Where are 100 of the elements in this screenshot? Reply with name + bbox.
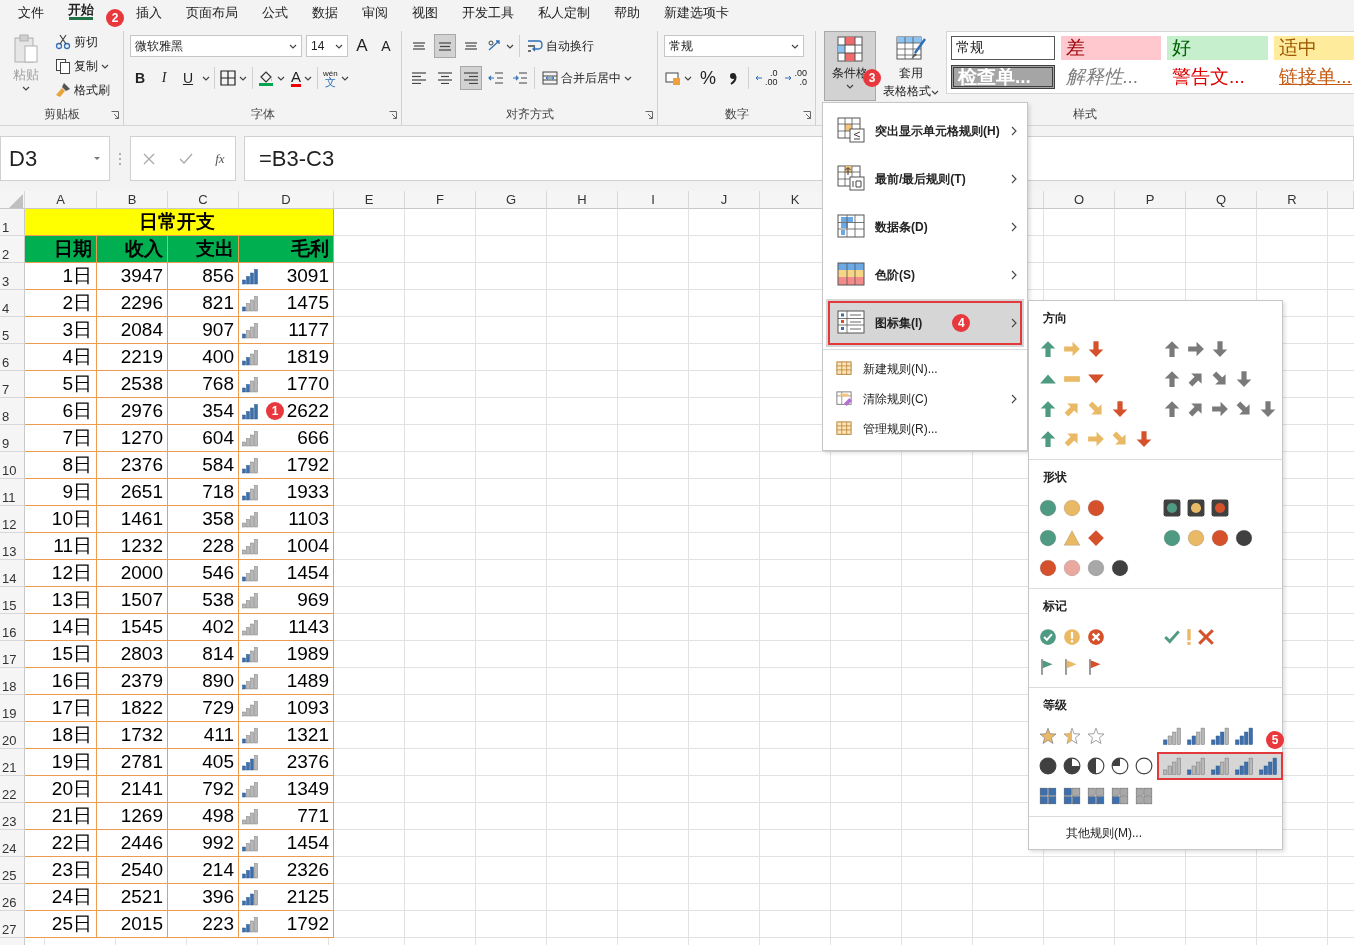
dialog-launcher-icon[interactable] [389,111,397,119]
column-header[interactable]: J [689,191,760,209]
row-header[interactable]: 16 [0,614,25,641]
decrease-decimal-button[interactable]: .00 .0 [783,66,809,90]
cell-style-option[interactable]: 链接单... [1274,65,1354,89]
row-header[interactable]: 17 [0,641,25,668]
table-cell: 10日 [25,506,97,533]
percent-button[interactable]: % [698,66,718,90]
row-header[interactable]: 15 [0,587,25,614]
format-painter-button[interactable]: 格式刷 [52,79,113,101]
section-title: 标记 [1043,598,1068,615]
row-header[interactable]: 4 [0,290,25,317]
cell-style-option[interactable]: 解释性... [1061,65,1161,89]
row-header[interactable]: 7 [0,371,25,398]
ribbon-tab[interactable]: 新建选项卡 [652,1,741,24]
column-header[interactable]: G [476,191,547,209]
row-header[interactable]: 23 [0,803,25,830]
ribbon-tab[interactable]: 私人定制 [526,1,602,24]
row-header[interactable]: 12 [0,506,25,533]
row-header[interactable]: 21 [0,749,25,776]
dialog-launcher-icon[interactable] [645,111,653,119]
ribbon-tab[interactable]: 审阅 [350,1,400,24]
menu-item[interactable]: 图标集(I) 4 [826,299,1024,347]
menu-item[interactable]: 色阶(S) [826,251,1024,299]
signal-bars-icon [1187,757,1205,775]
font-size-field[interactable]: 14 [306,35,348,57]
more-rules-item[interactable]: 其他规则(M)... [1029,817,1282,849]
column-header[interactable]: D [239,191,334,209]
column-header[interactable]: C [168,191,239,209]
cell-style-option[interactable]: 适中 [1274,36,1354,60]
column-header[interactable]: B [97,191,168,209]
column-header[interactable]: I [618,191,689,209]
row-header[interactable]: 1 [0,209,25,236]
ribbon-tab[interactable]: 页面布局 [174,1,250,24]
cell-style-option[interactable]: 差 [1061,36,1161,60]
cell-style-option[interactable]: 常规 [951,36,1055,60]
wrap-text-button[interactable]: 自动换行 [524,35,597,57]
row-header[interactable]: 27 [0,911,25,938]
row-header[interactable]: 20 [0,722,25,749]
column-header[interactable]: O [1044,191,1115,209]
ribbon-tab[interactable]: 插入 [124,1,174,24]
column-header[interactable]: R [1257,191,1328,209]
row-header[interactable]: 10 [0,452,25,479]
ribbon-tab[interactable]: 公式 [250,1,300,24]
row-header[interactable]: 13 [0,533,25,560]
number-format-field[interactable]: 常规 [664,35,804,57]
dialog-launcher-icon[interactable] [111,111,119,119]
grow-font-button[interactable]: A [352,34,372,58]
table-cell: 729 [168,695,239,722]
row-header[interactable]: 11 [0,479,25,506]
row-header[interactable]: 6 [0,344,25,371]
insert-function-button[interactable]: fx [215,150,225,167]
ribbon-tab[interactable]: 开发工具 [450,1,526,24]
font-name-field[interactable]: 微软雅黑 [130,35,302,57]
ribbon-tab[interactable]: 视图 [400,1,450,24]
column-header[interactable]: F [405,191,476,209]
bold-button[interactable]: B [130,66,150,90]
arrow-icon [755,74,762,82]
column-header[interactable]: H [547,191,618,209]
increase-decimal-button[interactable]: .0 .00 [754,66,779,90]
table-cell: 11日 [25,533,97,560]
row-header[interactable]: 8 [0,398,25,425]
column-header[interactable]: Q [1186,191,1257,209]
row-header[interactable]: 26 [0,884,25,911]
menu-item[interactable]: 新建规则(N)... [826,354,1024,384]
row-header[interactable]: 24 [0,830,25,857]
underline-button[interactable]: U [178,66,198,90]
row-header[interactable]: 9 [0,425,25,452]
row-header[interactable]: 18 [0,668,25,695]
column-header[interactable]: A [25,191,97,209]
ribbon-tab[interactable]: 开始 [56,0,106,21]
column-header[interactable]: P [1115,191,1186,209]
align-right-button[interactable] [460,66,482,90]
row-header[interactable]: 19 [0,695,25,722]
table-cell: 2125 [286,886,329,908]
table-format-button[interactable]: 套用 表格格式 [880,31,942,101]
ribbon-tab[interactable]: 数据 [300,1,350,24]
italic-button[interactable]: I [154,66,174,90]
cut-button[interactable]: 剪切 [52,31,113,53]
dialog-launcher-icon[interactable] [803,111,811,119]
row-header[interactable]: 3 [0,263,25,290]
cell-style-option[interactable]: 好 [1167,36,1268,60]
copy-button[interactable]: 复制 [52,55,113,77]
ribbon-tab[interactable]: 文件 [6,1,56,24]
menu-item[interactable]: 清除规则(C) [826,384,1024,414]
row-header[interactable]: 14 [0,560,25,587]
row-header[interactable]: 5 [0,317,25,344]
row-header[interactable]: 2 [0,236,25,263]
font-color-button[interactable]: A [290,66,313,90]
name-box[interactable]: D3 [0,136,110,181]
row-header[interactable]: 22 [0,776,25,803]
phonetic-button[interactable]: wén 文 [322,66,350,90]
align-middle-button[interactable] [434,34,456,58]
row-header[interactable]: 25 [0,857,25,884]
merge-center-button[interactable]: 合并后居中 [539,67,635,89]
column-header[interactable]: E [334,191,405,209]
cell-style-option[interactable]: 警告文... [1167,65,1268,89]
menu-item[interactable]: 管理规则(R)... [826,414,1024,444]
shrink-font-button[interactable]: A [376,34,396,58]
ribbon-tab[interactable]: 帮助 [602,1,652,24]
